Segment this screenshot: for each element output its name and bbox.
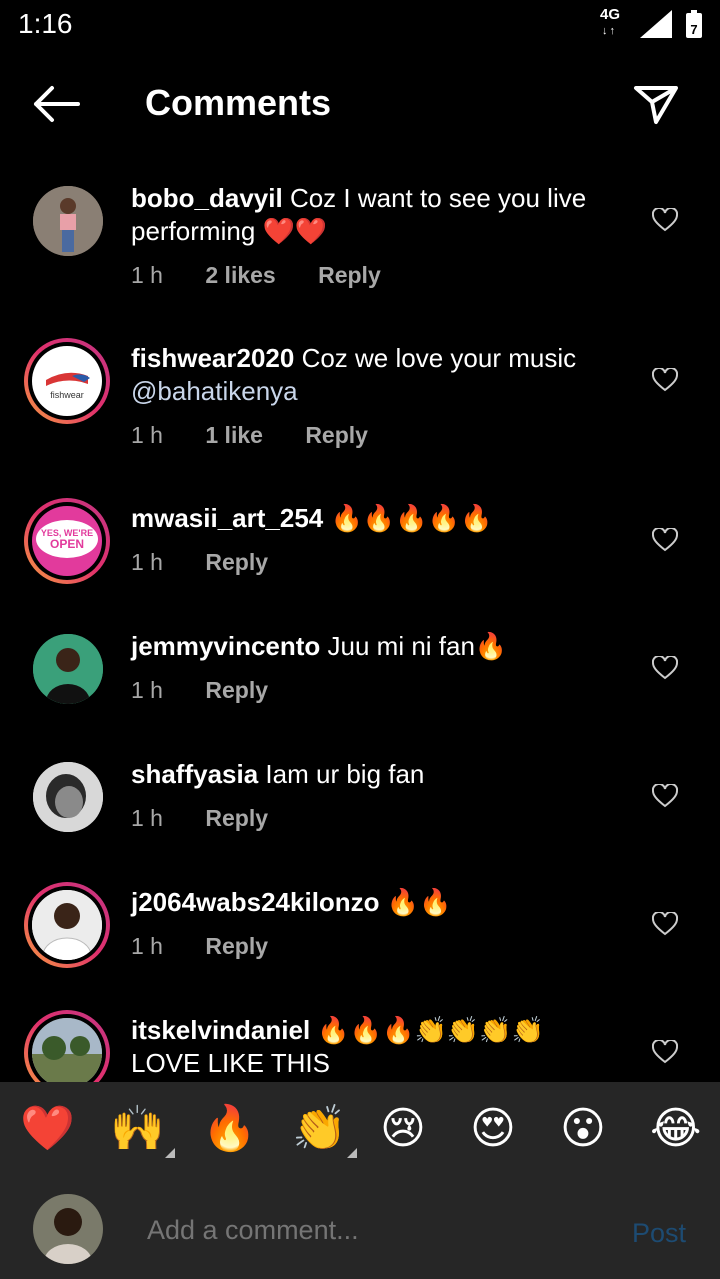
comment-item: j2064wabs24kilonzo 🔥🔥 1 h Reply [0, 876, 720, 1004]
emoji-crying-button[interactable]: 😢 [380, 1104, 426, 1154]
header: Comments [0, 70, 720, 140]
emoji-fire-button[interactable]: 🔥 [202, 1104, 257, 1154]
emoji-laughing-button[interactable]: 😂 [650, 1104, 701, 1154]
comment-meta: 1 h Reply [131, 549, 304, 576]
comment-meta: 1 h 2 likes Reply [131, 262, 417, 289]
reply-button[interactable]: Reply [318, 262, 381, 288]
mention-link[interactable]: @bahatikenya [131, 376, 298, 406]
emoji-heart-eyes-button[interactable]: 😍 [470, 1104, 516, 1154]
comment-text: Juu mi ni fan🔥 [327, 631, 508, 661]
comment-item: bobo_davyil Coz I want to see you live p… [0, 172, 720, 332]
heart-icon[interactable] [652, 208, 678, 232]
comment-item: itskelvindaniel 🔥🔥🔥👏👏👏👏 LOVE LIKE THIS [0, 1004, 720, 1082]
avatar[interactable]: fishwear [24, 338, 110, 424]
comment-time: 1 h [131, 549, 163, 575]
comment-composer: Post [0, 1182, 720, 1279]
avatar[interactable] [33, 762, 103, 832]
heart-icon[interactable] [652, 368, 678, 392]
avatar[interactable] [33, 186, 103, 256]
comment-username[interactable]: mwasii_art_254 [131, 503, 323, 533]
heart-icon[interactable] [652, 784, 678, 808]
comment-item: YES, WE'RE OPEN mwasii_art_254 🔥🔥🔥🔥🔥 1 h … [0, 492, 720, 620]
comment-username[interactable]: jemmyvincento [131, 631, 320, 661]
battery-level: 7 [690, 22, 697, 37]
comment-text: Iam ur big fan [265, 759, 425, 789]
reply-button[interactable]: Reply [205, 677, 268, 703]
comment-time: 1 h [131, 933, 163, 959]
status-bar: 1:16 4G ↓↑ 7 [0, 0, 720, 50]
status-time: 1:16 [18, 8, 73, 39]
heart-icon[interactable] [652, 656, 678, 680]
comment-meta: 1 h Reply [131, 677, 304, 704]
comment-text: 🔥🔥🔥🔥🔥 [330, 503, 493, 533]
emoji-heart-button[interactable]: ❤️ [20, 1104, 75, 1154]
svg-text:OPEN: OPEN [50, 537, 84, 551]
clap-icon: 👏 [292, 1104, 347, 1153]
reply-button[interactable]: Reply [205, 805, 268, 831]
current-user-avatar [33, 1194, 103, 1264]
likes-count[interactable]: 1 like [205, 422, 263, 448]
battery-icon: 7 [686, 10, 702, 38]
comment-time: 1 h [131, 262, 163, 288]
comment-time: 1 h [131, 677, 163, 703]
comment-meta: 1 h Reply [131, 933, 304, 960]
emoji-clap-button[interactable]: 👏 [292, 1104, 357, 1158]
signal-icon [640, 10, 672, 38]
comment-username[interactable]: fishwear2020 [131, 343, 294, 373]
avatar[interactable] [24, 1010, 110, 1082]
comment-item: fishwear fishwear2020 Coz we love your m… [0, 332, 720, 492]
avatar[interactable] [33, 634, 103, 704]
comments-list[interactable]: bobo_davyil Coz I want to see you live p… [0, 172, 720, 1082]
page-title: Comments [145, 82, 332, 123]
emoji-reaction-bar: ❤️ 🙌 🔥 👏 😢 😍 😮 😂 [0, 1082, 720, 1182]
svg-text:fishwear: fishwear [50, 390, 84, 400]
emoji-raised-hands-button[interactable]: 🙌 [110, 1104, 175, 1158]
send-icon[interactable] [632, 82, 680, 126]
comment-username[interactable]: itskelvindaniel [131, 1015, 310, 1045]
comment-item: shaffyasia Iam ur big fan 1 h Reply [0, 748, 720, 876]
network-type: 4G [600, 6, 621, 23]
comment-text: 🔥🔥 [386, 887, 452, 917]
comment-time: 1 h [131, 805, 163, 831]
emoji-surprised-button[interactable]: 😮 [560, 1104, 606, 1154]
comment-text: Coz we love your music [301, 343, 577, 373]
network-activity-icon: ↓↑ [602, 25, 617, 37]
comment-item: jemmyvincento Juu mi ni fan🔥 1 h Reply [0, 620, 720, 748]
comment-input[interactable] [145, 1214, 589, 1247]
reply-button[interactable]: Reply [205, 549, 268, 575]
avatar[interactable] [24, 882, 110, 968]
post-button[interactable]: Post [632, 1218, 686, 1249]
comment-username[interactable]: shaffyasia [131, 759, 258, 789]
raised-hands-icon: 🙌 [110, 1104, 165, 1153]
heart-icon[interactable] [652, 912, 678, 936]
likes-count[interactable]: 2 likes [205, 262, 275, 288]
reply-button[interactable]: Reply [205, 933, 268, 959]
heart-icon[interactable] [652, 1040, 678, 1064]
comment-username[interactable]: j2064wabs24kilonzo [131, 887, 380, 917]
comment-meta: 1 h Reply [131, 805, 304, 832]
reply-button[interactable]: Reply [305, 422, 368, 448]
avatar[interactable]: YES, WE'RE OPEN [24, 498, 110, 584]
comment-time: 1 h [131, 422, 163, 448]
comment-meta: 1 h 1 like Reply [131, 422, 404, 449]
heart-icon[interactable] [652, 528, 678, 552]
comment-username[interactable]: bobo_davyil [131, 183, 283, 213]
back-arrow-icon[interactable] [30, 84, 82, 124]
